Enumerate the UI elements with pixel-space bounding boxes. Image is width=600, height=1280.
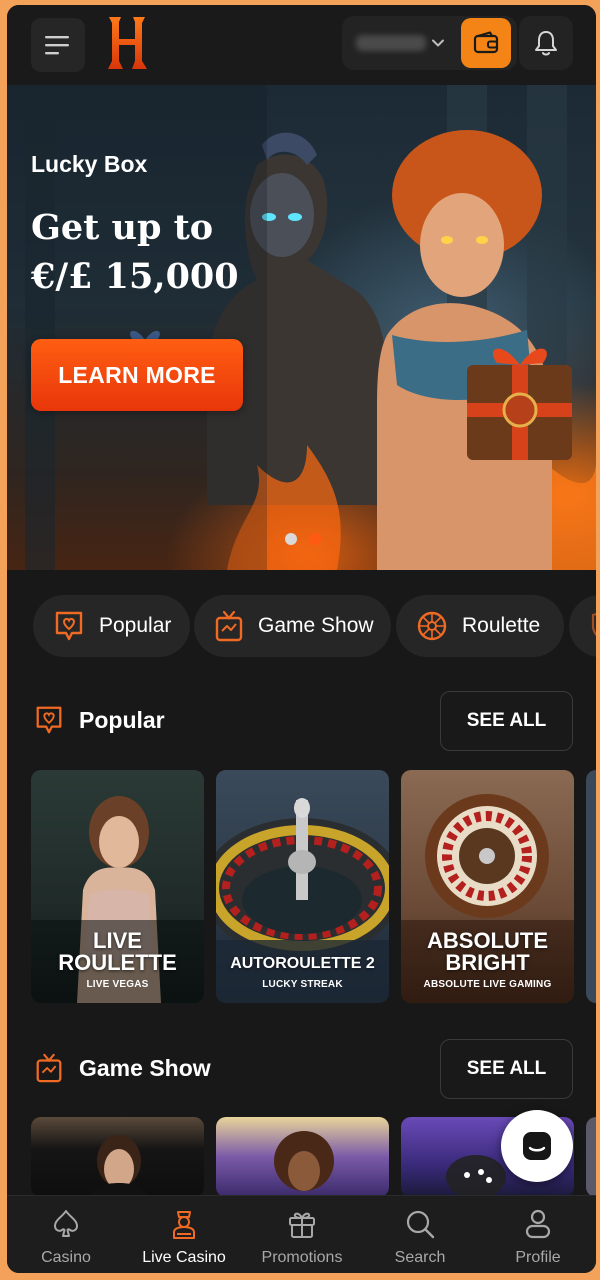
see-all-button[interactable]: SEE ALL bbox=[440, 1039, 573, 1099]
popular-section-header: Popular SEE ALL bbox=[33, 691, 573, 751]
game-tile[interactable] bbox=[31, 1117, 204, 1197]
user-icon bbox=[525, 1209, 551, 1239]
hamburger-icon bbox=[45, 36, 69, 55]
game-title-line-1: LIVE bbox=[93, 928, 142, 953]
game-tile[interactable]: AUTOROULETTE 2 LUCKY STREAK bbox=[216, 770, 389, 1003]
game-tile-partial[interactable] bbox=[586, 770, 596, 1003]
game-tile[interactable]: ABSOLUTE BRIGHT ABSOLUTE LIVE GAMING bbox=[401, 770, 574, 1003]
game-tile[interactable]: LIVE ROULETTE LIVE VEGAS bbox=[31, 770, 204, 1003]
nav-casino[interactable]: Casino bbox=[7, 1196, 125, 1273]
category-chips: Popular Game Show Roulette bbox=[33, 595, 596, 657]
promo-banner[interactable]: Lucky Box Get up to €/£ 15,000 LEARN MOR… bbox=[7, 85, 596, 570]
game-title: LIVE ROULETTE bbox=[31, 930, 204, 974]
nav-live-casino[interactable]: Live Casino bbox=[125, 1196, 243, 1273]
chip-popular-label: Popular bbox=[99, 614, 172, 637]
chip-more[interactable] bbox=[569, 595, 596, 657]
see-all-button[interactable]: SEE ALL bbox=[440, 691, 573, 751]
game-title-line-2: ROULETTE bbox=[58, 950, 177, 975]
game-provider: ABSOLUTE LIVE GAMING bbox=[423, 979, 552, 990]
chip-roulette-label: Roulette bbox=[462, 614, 541, 637]
spade-icon bbox=[54, 1210, 78, 1237]
nav-search[interactable]: Search bbox=[361, 1196, 479, 1273]
chip-game-show[interactable]: Game Show bbox=[194, 595, 391, 657]
bottom-navigation: Casino Live Casino Promotions Search Pro… bbox=[7, 1195, 596, 1273]
game-thumbnail bbox=[89, 1135, 149, 1197]
live-chat-button[interactable] bbox=[501, 1110, 573, 1182]
nav-label: Promotions bbox=[261, 1249, 343, 1266]
tv-icon bbox=[215, 610, 243, 642]
notifications-button[interactable] bbox=[519, 16, 573, 70]
game-thumbnail bbox=[274, 1131, 334, 1191]
section-title: Game Show bbox=[79, 1055, 211, 1081]
heart-chat-icon bbox=[55, 611, 83, 641]
menu-button[interactable] bbox=[31, 18, 85, 72]
nav-label: Casino bbox=[41, 1249, 91, 1266]
roulette-icon bbox=[417, 611, 447, 641]
heart-chat-icon bbox=[36, 706, 62, 734]
popular-games-row: LIVE ROULETTE LIVE VEGAS AUTOROULETTE 2 … bbox=[31, 770, 596, 1003]
app-frame: Lucky Box Get up to €/£ 15,000 LEARN MOR… bbox=[7, 5, 596, 1273]
search-icon bbox=[406, 1210, 435, 1239]
top-header bbox=[7, 5, 596, 85]
promo-title-line-2: €/£ 15,000 bbox=[31, 256, 239, 297]
bell-icon bbox=[535, 31, 557, 56]
nav-promotions[interactable]: Promotions bbox=[243, 1196, 361, 1273]
promo-title-line-1: Get up to bbox=[31, 207, 214, 248]
game-title-line-1: ABSOLUTE bbox=[427, 928, 548, 953]
chip-popular[interactable]: Popular bbox=[33, 595, 190, 657]
section-title: Popular bbox=[79, 707, 165, 733]
game-tile-partial[interactable] bbox=[586, 1117, 596, 1197]
nav-label: Search bbox=[394, 1249, 446, 1266]
chip-game-show-label: Game Show bbox=[258, 614, 374, 637]
game-provider: LIVE VEGAS bbox=[86, 979, 149, 990]
carousel-dot-2[interactable] bbox=[309, 533, 321, 545]
game-title: ABSOLUTE BRIGHT bbox=[401, 930, 574, 974]
gift-icon bbox=[289, 1212, 315, 1238]
game-show-section-header: Game Show SEE ALL bbox=[33, 1039, 573, 1099]
carousel-dot-1[interactable] bbox=[285, 533, 297, 545]
nav-label: Profile bbox=[515, 1249, 561, 1266]
game-tile[interactable] bbox=[216, 1117, 389, 1197]
balance-amount-hidden bbox=[356, 35, 426, 51]
dealer-icon bbox=[173, 1211, 195, 1239]
tv-icon bbox=[36, 1053, 62, 1083]
game-provider: LUCKY STREAK bbox=[262, 979, 343, 990]
game-title-line-2: BRIGHT bbox=[445, 950, 530, 975]
brand-logo[interactable] bbox=[105, 13, 151, 73]
nav-label: Live Casino bbox=[142, 1249, 226, 1266]
chip-roulette[interactable]: Roulette bbox=[396, 595, 564, 657]
chevron-down-icon bbox=[432, 39, 444, 47]
nav-profile[interactable]: Profile bbox=[479, 1196, 596, 1273]
game-title: AUTOROULETTE 2 bbox=[230, 955, 375, 972]
wallet-button[interactable] bbox=[461, 18, 511, 68]
wallet-icon bbox=[473, 31, 499, 54]
learn-more-button[interactable]: LEARN MORE bbox=[31, 339, 243, 411]
promo-title: Get up to €/£ 15,000 bbox=[31, 203, 351, 301]
promo-subtitle: Lucky Box bbox=[31, 151, 148, 177]
chat-icon bbox=[523, 1132, 551, 1160]
carousel-pagination bbox=[285, 533, 321, 545]
shield-icon bbox=[591, 612, 596, 636]
